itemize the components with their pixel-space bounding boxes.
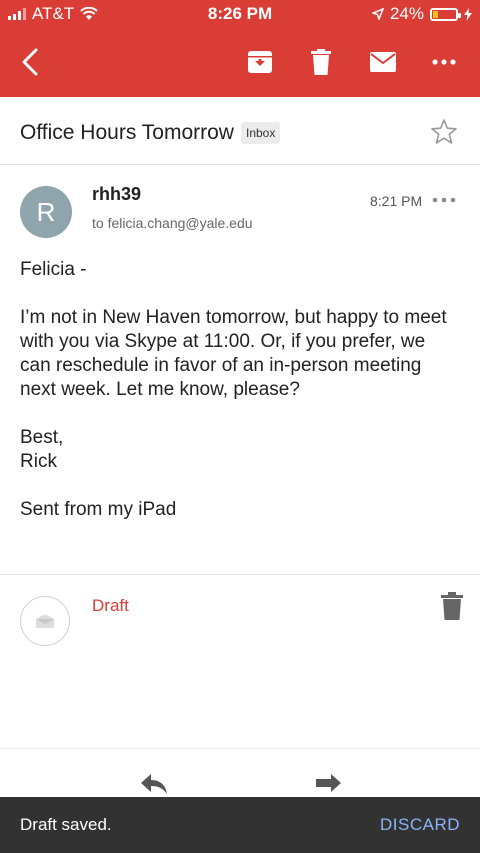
message-more-icon[interactable]	[431, 194, 457, 206]
status-right: 24%	[371, 4, 472, 24]
trash-icon[interactable]	[303, 44, 339, 80]
snackbar-message: Draft saved.	[20, 815, 112, 834]
body-paragraph: I’m not in New Haven tomorrow, but happy…	[20, 307, 447, 400]
message-time: 8:21 PM	[370, 193, 423, 209]
subject-row: Office Hours Tomorrow	[0, 97, 480, 165]
back-icon[interactable]	[12, 44, 48, 80]
mail-icon[interactable]	[365, 44, 401, 80]
snackbar: Draft saved. DISCARD	[0, 797, 480, 853]
battery-icon	[430, 7, 461, 21]
draft-trash-icon[interactable]	[440, 592, 464, 620]
draft-envelope-icon[interactable]	[20, 596, 70, 646]
status-bar: AT&T 8:26 PM 24%	[0, 0, 480, 28]
recipient-line[interactable]: to felicia.chang@yale.edu	[92, 215, 253, 231]
body-greeting: Felicia -	[20, 259, 87, 280]
discard-button[interactable]: DISCARD	[380, 815, 460, 835]
body-closing: Best,	[20, 427, 64, 448]
app-toolbar	[0, 28, 480, 97]
battery-percent: 24%	[389, 4, 424, 23]
message-body: Felicia - I’m not in New Haven tomorrow,…	[20, 258, 460, 546]
sender-name: rhh39	[92, 184, 142, 204]
sender-avatar[interactable]: R	[20, 186, 72, 238]
forward-icon[interactable]	[313, 772, 343, 796]
bottom-divider	[0, 748, 480, 749]
star-icon[interactable]	[430, 118, 458, 146]
body-footer: Sent from my iPad	[20, 499, 177, 520]
more-icon[interactable]	[426, 44, 462, 80]
charging-icon	[464, 7, 472, 21]
draft-label[interactable]: Draft	[92, 596, 129, 616]
email-subject: Office Hours Tomorrow	[20, 121, 234, 144]
location-icon	[371, 8, 384, 20]
reply-icon[interactable]	[139, 772, 169, 796]
divider	[0, 574, 480, 575]
body-signature: Rick	[20, 451, 57, 472]
inbox-label-badge[interactable]: Inbox	[241, 122, 281, 144]
archive-icon[interactable]	[242, 44, 278, 80]
